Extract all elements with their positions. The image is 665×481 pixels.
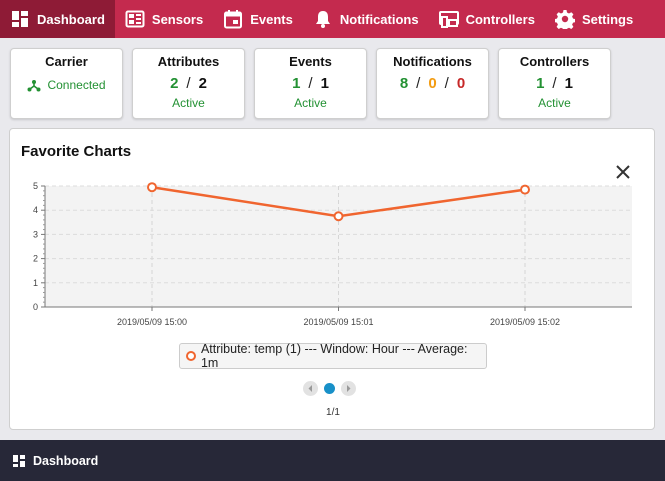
- bell-icon: [313, 9, 333, 29]
- notifications-count-a: 8: [399, 75, 409, 92]
- events-counts: 1 / 1: [255, 75, 366, 92]
- attributes-sub: Active: [172, 96, 205, 110]
- y-tick-label: 2: [33, 254, 38, 264]
- count-separator: /: [444, 75, 449, 92]
- y-tick-label: 5: [33, 181, 38, 191]
- controllers-title: Controllers: [519, 54, 590, 69]
- count-separator: /: [186, 75, 191, 92]
- notifications-counts: 8 / 0 / 0: [377, 75, 488, 92]
- gear-icon: [554, 9, 575, 29]
- chart-legend[interactable]: Attribute: temp (1) --- Window: Hour ---…: [179, 342, 487, 370]
- y-tick-label: 1: [33, 278, 38, 288]
- controllers-counts: 1 / 1: [499, 75, 610, 92]
- nav-controllers[interactable]: Controllers: [429, 0, 545, 38]
- carrier-status-label: Connected: [47, 78, 106, 92]
- events-card[interactable]: Events 1 / 1 Active: [254, 48, 367, 119]
- attributes-title: Attributes: [157, 54, 220, 69]
- notifications-card[interactable]: Notifications 8 / 0 / 0: [376, 48, 489, 119]
- footer-bar: Dashboard: [0, 440, 665, 481]
- controllers-card[interactable]: Controllers 1 / 1 Active: [498, 48, 611, 119]
- nav-events[interactable]: Events: [213, 0, 303, 38]
- nav-settings-label: Settings: [581, 11, 634, 27]
- attributes-counts: 2 / 2: [133, 75, 244, 92]
- events-sub: Active: [294, 96, 327, 110]
- summary-cards: Carrier Connected Attributes 2/2 Active …: [10, 48, 620, 119]
- notifications-count-b: 0: [428, 75, 437, 92]
- carrier-title: Carrier: [45, 54, 88, 69]
- favorite-charts-panel: Favorite Charts 0 1 2 3 4 5 2019/05/09 15:00 20…: [9, 128, 655, 430]
- chevron-left-icon: [308, 385, 312, 392]
- controllers-total-count: 1: [564, 75, 573, 92]
- notifications-count-c: 0: [456, 75, 466, 92]
- attributes-total-count: 2: [198, 75, 207, 92]
- pager-prev-button[interactable]: [303, 381, 318, 396]
- data-point: [147, 182, 157, 193]
- calendar-icon: [223, 9, 243, 29]
- count-separator: /: [308, 75, 313, 92]
- controllers-active-count: 1: [536, 75, 545, 92]
- dashboard-icon: [13, 454, 25, 467]
- nav-dashboard[interactable]: Dashboard: [0, 0, 115, 38]
- network-icon: [27, 80, 41, 92]
- sensors-icon: [125, 9, 145, 29]
- controllers-sub: Active: [538, 96, 571, 110]
- nav-notifications[interactable]: Notifications: [303, 0, 429, 38]
- footer-label: Dashboard: [33, 453, 99, 468]
- nav-dashboard-label: Dashboard: [37, 11, 105, 27]
- nav-sensors[interactable]: Sensors: [115, 0, 213, 38]
- nav-settings[interactable]: Settings: [545, 0, 643, 38]
- nav-events-label: Events: [250, 11, 293, 27]
- attributes-active-count: 2: [170, 75, 179, 92]
- data-point: [333, 211, 344, 222]
- line-chart: 0 1 2 3 4 5 2019/05/09 15:00 2019/05/09 15:01 20…: [33, 181, 632, 327]
- events-total-count: 1: [320, 75, 329, 92]
- chevron-right-icon: [347, 385, 351, 392]
- dashboard-icon: [10, 9, 30, 29]
- legend-marker: [186, 351, 196, 361]
- data-point: [520, 184, 530, 195]
- legend-label: Attribute: temp (1) --- Window: Hour ---…: [200, 342, 468, 370]
- pager-dot[interactable]: [324, 383, 335, 394]
- x-tick-label: 2019/05/09 15:01: [303, 317, 373, 327]
- nav-notifications-label: Notifications: [339, 11, 419, 27]
- controllers-icon: [438, 9, 459, 29]
- carrier-card[interactable]: Carrier Connected: [10, 48, 123, 119]
- pager-next-button[interactable]: [341, 381, 356, 396]
- nav-controllers-label: Controllers: [465, 11, 535, 27]
- y-tick-label: 4: [33, 205, 38, 215]
- y-tick-label: 0: [33, 302, 38, 312]
- carrier-status: Connected: [11, 78, 122, 92]
- y-tick-label: 3: [33, 229, 38, 239]
- attributes-card[interactable]: Attributes 2 / 2 Active: [132, 48, 245, 119]
- top-nav: Dashboard Sensors Events Notifications C…: [0, 0, 665, 38]
- plot-area: [45, 186, 632, 307]
- count-separator: /: [552, 75, 557, 92]
- chart-pager: [303, 381, 356, 396]
- notifications-title: Notifications: [393, 54, 472, 69]
- nav-sensors-label: Sensors: [151, 11, 204, 27]
- count-separator: /: [416, 75, 421, 92]
- x-tick-label: 2019/05/09 15:00: [117, 317, 187, 327]
- events-active-count: 1: [292, 75, 301, 92]
- page-count: 1/1: [326, 407, 340, 418]
- events-title: Events: [289, 54, 332, 69]
- x-tick-label: 2019/05/09 15:02: [490, 317, 560, 327]
